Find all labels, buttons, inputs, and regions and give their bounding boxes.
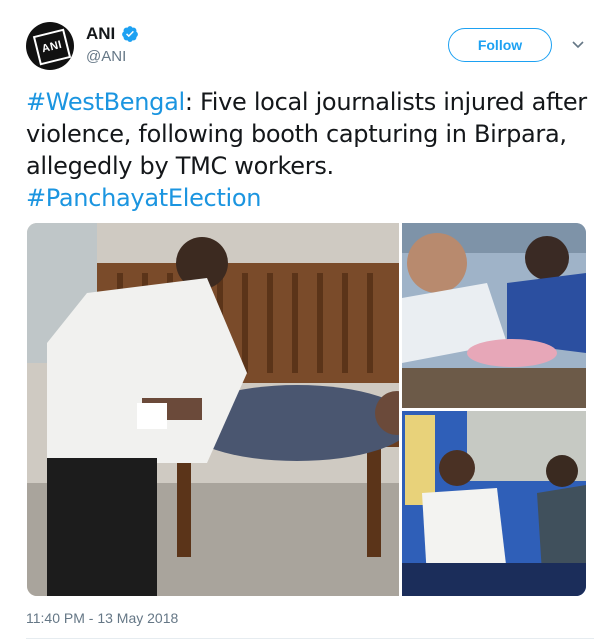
photo-bottom-right[interactable] xyxy=(402,411,586,596)
author-handle[interactable]: @ANI xyxy=(86,48,139,65)
author-block: ANI @ANI xyxy=(86,24,139,65)
photo-main[interactable] xyxy=(27,223,419,596)
avatar[interactable]: ANI xyxy=(26,22,74,70)
author-display-name[interactable]: ANI xyxy=(86,24,115,44)
photo-top-right[interactable] xyxy=(402,223,586,408)
hashtag-westbengal[interactable]: #WestBengal xyxy=(26,88,185,116)
tweet-media-grid[interactable] xyxy=(27,223,586,596)
photo-collage xyxy=(27,223,586,596)
tweet-header: ANI ANI @ANI Follow xyxy=(26,22,594,72)
ani-logo: ANI xyxy=(32,28,72,66)
tweet-timestamp[interactable]: 11:40 PM - 13 May 2018 xyxy=(26,610,178,626)
verified-badge-icon xyxy=(122,26,139,42)
tweet-text: #WestBengal: Five local journalists inju… xyxy=(26,86,596,214)
follow-button[interactable]: Follow xyxy=(448,28,552,62)
chevron-down-icon[interactable] xyxy=(570,36,586,52)
hashtag-panchayatelection[interactable]: #PanchayatElection xyxy=(26,184,262,212)
divider xyxy=(26,638,594,639)
